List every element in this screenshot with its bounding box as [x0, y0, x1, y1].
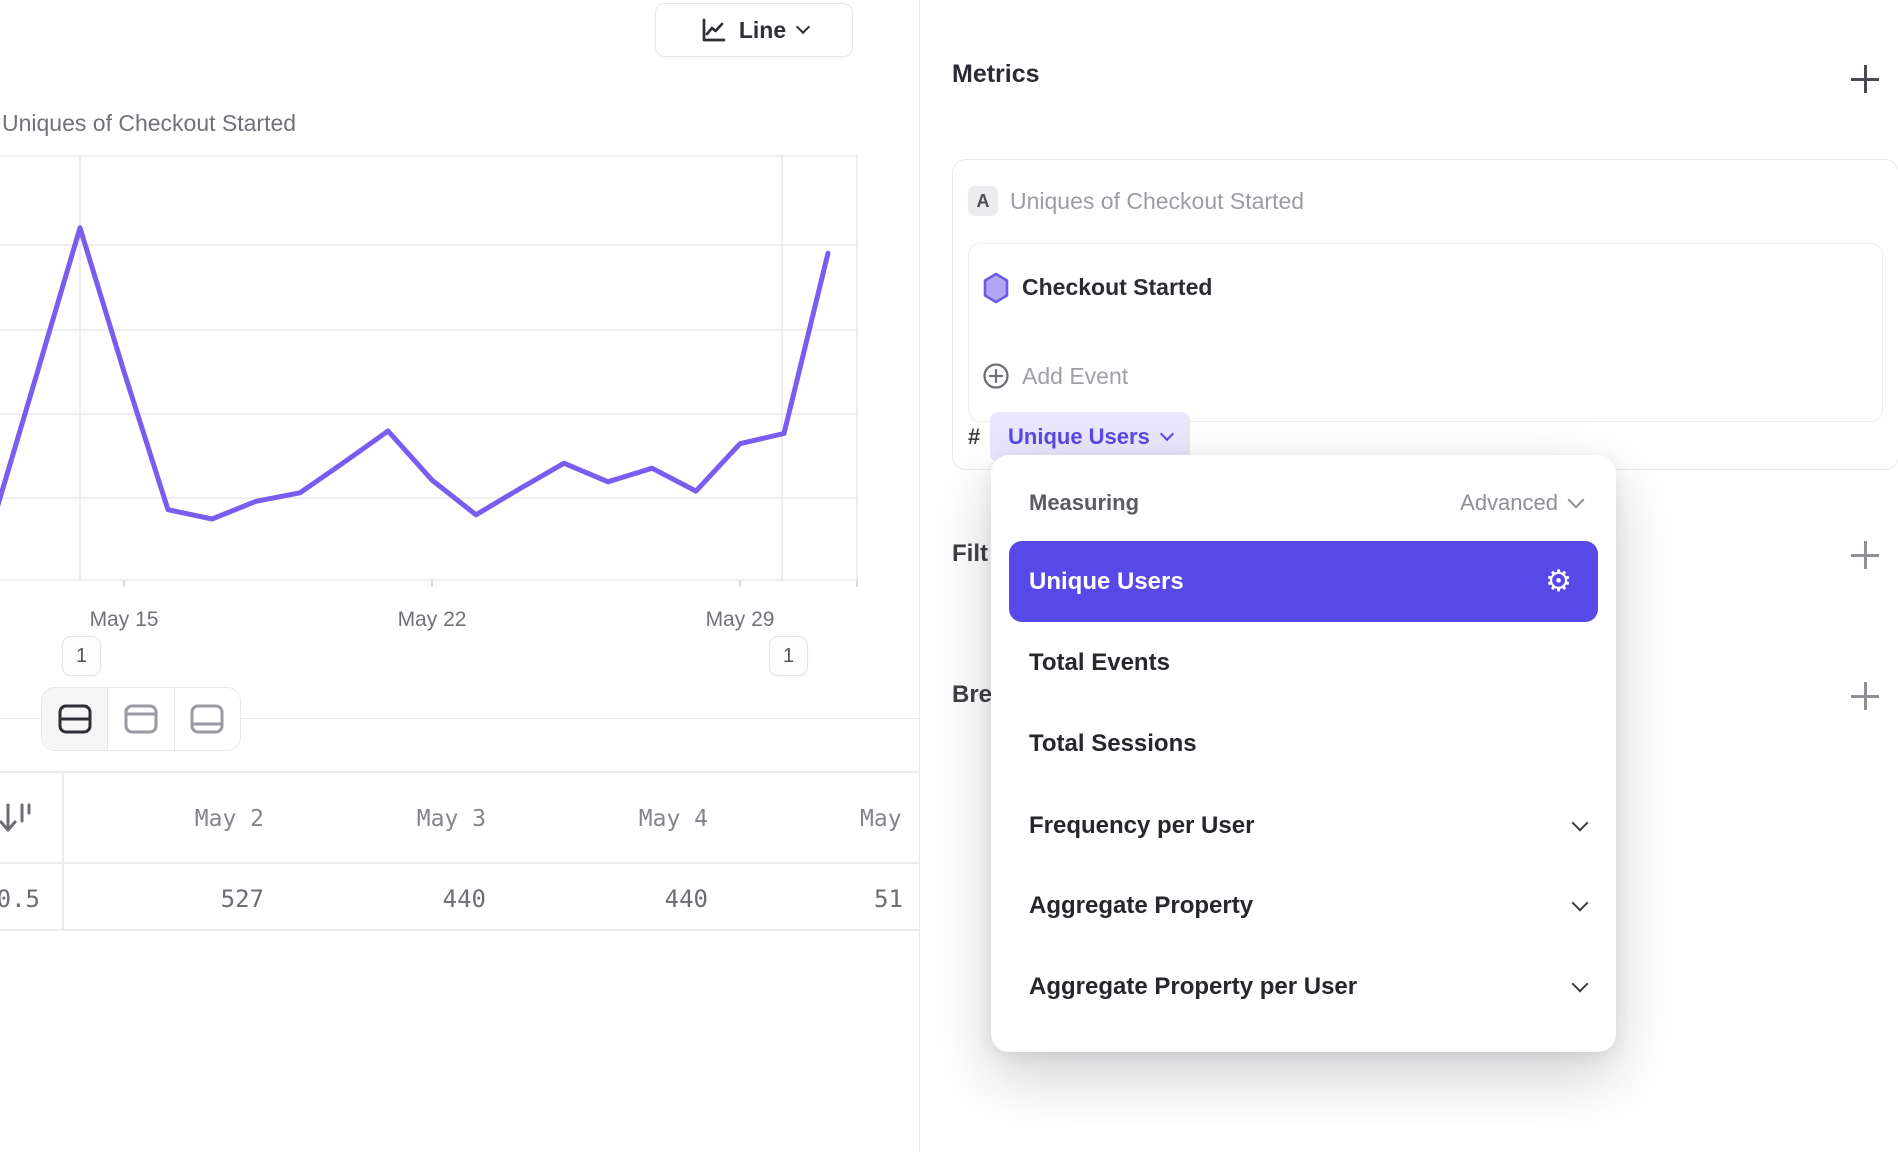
chevron-down-icon: [1568, 492, 1585, 509]
table-header-cell[interactable]: May 2: [62, 800, 286, 838]
event-card: [968, 243, 1883, 422]
menu-item-unique-users-selected[interactable]: Unique Users ⚙: [1009, 541, 1598, 622]
table-cell: 440: [506, 880, 730, 918]
chevron-down-icon: [1160, 427, 1174, 441]
sort-icon[interactable]: [0, 801, 36, 837]
chart-title: Uniques of Checkout Started: [2, 110, 296, 137]
measuring-menu-header: Measuring Advanced: [1029, 483, 1582, 523]
event-name[interactable]: Checkout Started: [1022, 274, 1212, 301]
annotation-badge[interactable]: 1: [769, 636, 808, 676]
add-metric-button[interactable]: [1850, 64, 1880, 94]
metric-letter-badge: A: [968, 186, 998, 216]
menu-item-label: Total Sessions: [1029, 730, 1197, 758]
breakdowns-section-label: Bre: [952, 681, 991, 709]
advanced-label: Advanced: [1460, 490, 1558, 516]
x-axis-ticks: [124, 580, 857, 587]
chart-type-dropdown[interactable]: Line: [655, 3, 853, 57]
measuring-dropdown-menu: Measuring Advanced Unique Users ⚙ Total …: [991, 455, 1616, 1052]
view-layout-toggle: [41, 687, 241, 751]
split-view-icon: [57, 703, 93, 735]
menu-item[interactable]: Total Sessions: [1029, 704, 1586, 784]
metrics-section-title: Metrics: [952, 60, 1040, 89]
menu-item-label: Aggregate Property per User: [1029, 973, 1357, 1001]
table-cell: 440: [284, 880, 508, 918]
line-chart-icon: [700, 17, 727, 44]
chevron-down-icon: [1572, 895, 1589, 912]
table-only-icon: [189, 703, 225, 735]
menu-item[interactable]: Frequency per User: [1029, 786, 1586, 866]
horizontal-gridlines: [0, 156, 858, 580]
table-header-divider: [0, 862, 919, 864]
uniques-line[interactable]: [0, 228, 828, 525]
event-hexagon-icon: [982, 272, 1010, 304]
menu-item-label: Total Events: [1029, 649, 1170, 677]
circle-plus-icon[interactable]: [982, 362, 1010, 390]
table-header-cell[interactable]: May 3: [284, 800, 508, 838]
chevron-down-icon: [796, 20, 810, 34]
table-cell: 51: [874, 880, 934, 918]
add-event-button[interactable]: Add Event: [1022, 363, 1128, 390]
chart-only-icon: [123, 703, 159, 735]
chart-type-label: Line: [739, 17, 786, 44]
line-chart-plot: [0, 155, 858, 588]
table-bottom-border: [0, 929, 919, 931]
x-tick-label: May 15: [64, 608, 184, 632]
table-top-border: [0, 771, 919, 773]
menu-item-label: Aggregate Property: [1029, 892, 1253, 920]
pane-divider: [919, 0, 920, 1152]
x-tick-label: May 29: [680, 608, 800, 632]
filters-section-label: Filt: [952, 540, 991, 568]
metric-name[interactable]: Uniques of Checkout Started: [1010, 188, 1304, 215]
layout-split-view-button[interactable]: [42, 688, 107, 750]
table-cell: 527: [62, 880, 286, 918]
advanced-mode-toggle[interactable]: Advanced: [1460, 490, 1582, 516]
menu-item[interactable]: Total Events: [1029, 623, 1586, 703]
gear-icon[interactable]: ⚙: [1545, 567, 1572, 597]
table-row-label: 0.5: [0, 880, 40, 918]
menu-item[interactable]: Aggregate Property: [1029, 866, 1586, 946]
measurement-chip-label: Unique Users: [1008, 424, 1150, 450]
layout-table-only-button[interactable]: [174, 688, 240, 750]
insights-report: Line Uniques of Checkout Started May 1: [0, 0, 1898, 1152]
x-tick-label: May 22: [372, 608, 492, 632]
measuring-label: Measuring: [1029, 490, 1139, 516]
table-header-cell[interactable]: May 4: [506, 800, 730, 838]
measurement-prefix: #: [968, 424, 980, 450]
add-filter-button[interactable]: [1850, 540, 1880, 570]
selected-item-label: Unique Users: [1029, 568, 1184, 596]
menu-item[interactable]: Aggregate Property per User: [1029, 947, 1586, 1027]
layout-chart-only-button[interactable]: [107, 688, 173, 750]
menu-item-label: Frequency per User: [1029, 812, 1254, 840]
chevron-down-icon: [1572, 976, 1589, 993]
annotation-badge[interactable]: 1: [62, 636, 101, 676]
add-breakdown-button[interactable]: [1850, 681, 1880, 711]
chevron-down-icon: [1572, 815, 1589, 832]
